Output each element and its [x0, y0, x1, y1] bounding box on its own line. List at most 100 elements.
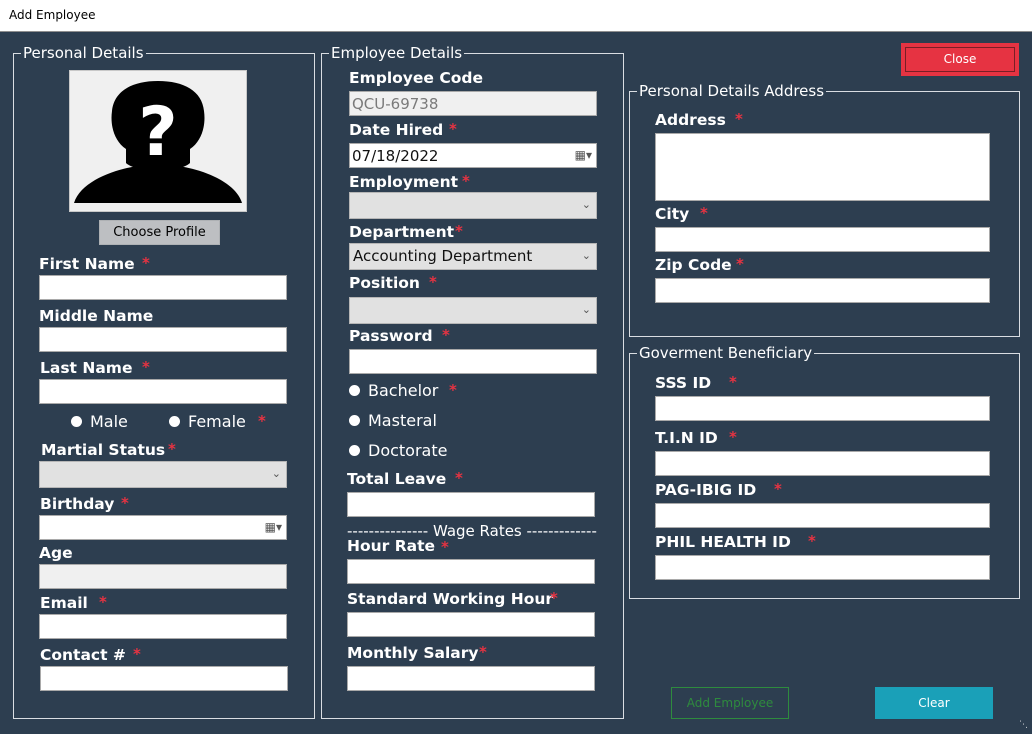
standard-working-hour-label: Standard Working Hour [347, 590, 554, 608]
sss-id-input[interactable] [655, 396, 990, 421]
first-name-input[interactable] [39, 275, 287, 300]
sss-id-label: SSS ID [655, 374, 712, 392]
hour-rate-required: * [441, 538, 449, 556]
position-label: Position [349, 274, 420, 292]
marital-status-required: * [168, 440, 176, 458]
password-input[interactable] [349, 349, 597, 374]
add-employee-label: Add Employee [686, 696, 774, 710]
standard-working-hour-required: * [550, 589, 558, 607]
date-hired-required: * [449, 120, 457, 138]
department-select[interactable]: Accounting Department ⌄ [349, 243, 597, 270]
email-required: * [99, 593, 107, 611]
total-leave-label: Total Leave [347, 470, 447, 488]
phil-health-id-required: * [808, 532, 816, 550]
svg-text:?: ? [138, 93, 177, 172]
female-radio[interactable] [169, 416, 180, 427]
address-required: * [735, 110, 743, 128]
age-label: Age [39, 544, 73, 562]
age-input [39, 564, 287, 589]
department-value: Accounting Department [353, 247, 533, 265]
last-name-label: Last Name [40, 359, 133, 377]
password-label: Password [349, 327, 433, 345]
total-leave-required: * [455, 469, 463, 487]
bachelor-radio[interactable] [349, 385, 360, 396]
female-label: Female [188, 412, 246, 431]
birthday-label: Birthday [40, 495, 115, 513]
pag-ibig-id-label: PAG-IBIG ID [655, 481, 757, 499]
close-button[interactable]: Close [901, 43, 1019, 76]
doctorate-radio[interactable] [349, 445, 360, 456]
date-hired-label: Date Hired [349, 121, 444, 139]
clear-button[interactable]: Clear [875, 687, 993, 719]
education-required: * [449, 381, 457, 399]
middle-name-input[interactable] [39, 327, 287, 352]
phil-health-id-label: PHIL HEALTH ID [655, 533, 791, 551]
masteral-radio[interactable] [349, 415, 360, 426]
position-required: * [429, 273, 437, 291]
contact-required: * [133, 645, 141, 663]
marital-status-select[interactable]: ⌄ [39, 461, 287, 488]
calendar-dropdown-icon[interactable]: ▦▾ [575, 148, 592, 162]
password-required: * [442, 326, 450, 344]
first-name-required: * [142, 254, 150, 272]
marital-status-label: Martial Status [41, 441, 166, 459]
city-label: City [655, 205, 690, 223]
profile-picture: ? [69, 70, 247, 212]
tin-id-input[interactable] [655, 451, 990, 476]
calendar-dropdown-icon[interactable]: ▦▾ [265, 520, 282, 534]
total-leave-input[interactable] [347, 492, 595, 517]
sss-id-required: * [729, 373, 737, 391]
gender-required: * [258, 412, 266, 430]
title-bar: Add Employee [0, 0, 1032, 32]
resize-grip-icon[interactable]: ⋱ [1019, 720, 1029, 730]
doctorate-label: Doctorate [368, 441, 448, 460]
tin-id-label: T.I.N ID [655, 429, 718, 447]
male-radio[interactable] [71, 416, 82, 427]
add-employee-button[interactable]: Add Employee [671, 687, 789, 719]
zip-code-input[interactable] [655, 278, 990, 303]
monthly-salary-label: Monthly Salary [347, 644, 479, 662]
last-name-input[interactable] [39, 379, 287, 404]
choose-profile-button[interactable]: Choose Profile [99, 220, 220, 245]
monthly-salary-required: * [479, 643, 487, 661]
unknown-person-icon: ? [74, 81, 242, 203]
address-label: Address [655, 111, 726, 129]
birthday-date-picker[interactable]: ▦▾ [39, 515, 287, 540]
middle-name-label: Middle Name [39, 307, 154, 325]
last-name-required: * [142, 358, 150, 376]
zip-code-required: * [736, 255, 744, 273]
chevron-down-icon: ⌄ [581, 303, 591, 316]
chevron-down-icon: ⌄ [581, 249, 591, 262]
chevron-down-icon: ⌄ [581, 198, 591, 211]
standard-working-hour-input[interactable] [347, 612, 595, 637]
chevron-down-icon: ⌄ [271, 467, 281, 480]
department-required: * [455, 222, 463, 240]
personal-details-legend: Personal Details [21, 44, 146, 62]
first-name-label: First Name [39, 255, 135, 273]
contact-label: Contact # [40, 646, 126, 664]
employee-details-legend: Employee Details [329, 44, 465, 62]
hour-rate-input[interactable] [347, 559, 595, 584]
pag-ibig-id-input[interactable] [655, 503, 990, 528]
address-textarea[interactable] [655, 133, 990, 201]
clear-button-label: Clear [918, 696, 950, 710]
email-input[interactable] [39, 614, 287, 639]
employment-label: Employment [349, 173, 459, 191]
hour-rate-label: Hour Rate [347, 537, 436, 555]
contact-input[interactable] [40, 666, 288, 691]
close-button-label: Close [943, 52, 977, 66]
position-select[interactable]: ⌄ [349, 297, 597, 324]
phil-health-id-input[interactable] [655, 555, 990, 580]
employment-select[interactable]: ⌄ [349, 192, 597, 219]
monthly-salary-input[interactable] [347, 666, 595, 691]
government-beneficiary-legend: Goverment Beneficiary [637, 344, 815, 362]
masteral-label: Masteral [368, 411, 437, 430]
pag-ibig-id-required: * [774, 480, 782, 498]
city-input[interactable] [655, 227, 990, 252]
employee-code-label: Employee Code [349, 69, 483, 87]
employee-code-input: QCU-69738 [349, 91, 597, 116]
date-hired-picker[interactable]: 07/18/2022 ▦▾ [349, 143, 597, 168]
department-label: Department [349, 223, 455, 241]
employment-required: * [462, 172, 470, 190]
tin-id-required: * [729, 428, 737, 446]
